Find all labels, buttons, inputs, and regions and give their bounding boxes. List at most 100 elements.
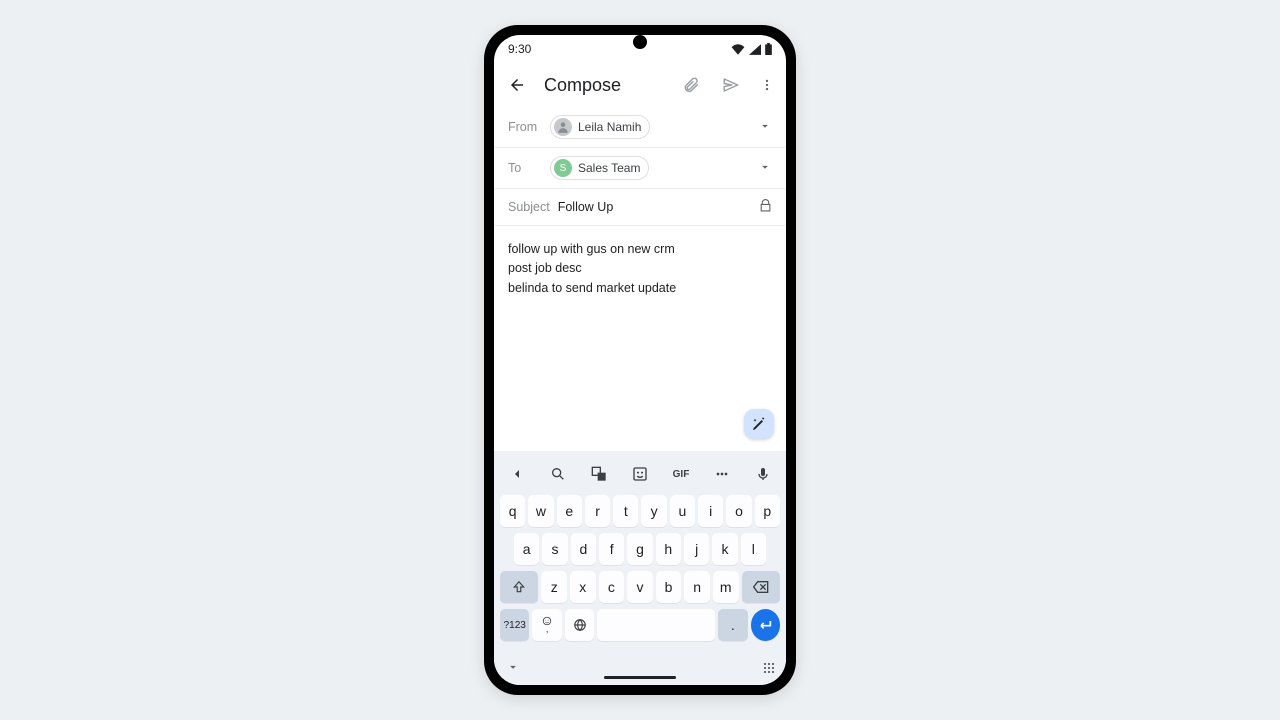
key-shift[interactable] bbox=[500, 571, 538, 603]
kb-switcher[interactable] bbox=[764, 663, 775, 674]
body-line: follow up with gus on new crm bbox=[508, 240, 772, 259]
key-enter[interactable] bbox=[751, 609, 780, 641]
lock-icon bbox=[759, 199, 772, 212]
gesture-handle[interactable] bbox=[604, 676, 676, 679]
chevron-down-icon bbox=[758, 160, 772, 174]
key-d[interactable]: d bbox=[571, 533, 596, 565]
chevron-left-icon bbox=[509, 466, 525, 482]
kb-sticker[interactable] bbox=[627, 461, 653, 487]
chevron-down-icon bbox=[758, 119, 772, 133]
key-language[interactable] bbox=[565, 609, 594, 641]
to-expand[interactable] bbox=[758, 160, 772, 177]
key-u[interactable]: u bbox=[670, 495, 695, 527]
key-g[interactable]: g bbox=[627, 533, 652, 565]
app-bar: Compose bbox=[494, 63, 786, 107]
keyboard-toolbar: GIF bbox=[498, 457, 782, 495]
subject-text: Follow Up bbox=[558, 200, 614, 214]
send-button[interactable] bbox=[720, 74, 742, 96]
key-k[interactable]: k bbox=[712, 533, 737, 565]
key-z[interactable]: z bbox=[541, 571, 567, 603]
key-y[interactable]: y bbox=[641, 495, 666, 527]
status-icons bbox=[731, 43, 772, 55]
more-horiz-icon bbox=[714, 466, 730, 482]
kb-collapse[interactable] bbox=[506, 660, 520, 677]
to-chip[interactable]: S Sales Team bbox=[550, 156, 649, 180]
kb-row-3: z x c v b n m bbox=[498, 571, 782, 603]
from-chip[interactable]: Leila Namih bbox=[550, 115, 650, 139]
kb-row-2: a s d f g h j k l bbox=[498, 533, 782, 565]
sticker-icon bbox=[632, 466, 648, 482]
key-x[interactable]: x bbox=[570, 571, 596, 603]
key-m[interactable]: m bbox=[713, 571, 739, 603]
from-field[interactable]: From Leila Namih bbox=[494, 107, 786, 148]
key-i[interactable]: i bbox=[698, 495, 723, 527]
kb-gif[interactable]: GIF bbox=[668, 461, 694, 487]
key-j[interactable]: j bbox=[684, 533, 709, 565]
subject-label: Subject bbox=[508, 200, 550, 214]
key-symbols[interactable]: ?123 bbox=[500, 609, 529, 641]
to-field[interactable]: To S Sales Team bbox=[494, 148, 786, 189]
key-f[interactable]: f bbox=[599, 533, 624, 565]
to-name: Sales Team bbox=[578, 161, 640, 175]
key-space[interactable] bbox=[597, 609, 715, 641]
from-label: From bbox=[508, 120, 550, 134]
more-vert-icon bbox=[760, 76, 774, 94]
from-expand[interactable] bbox=[758, 119, 772, 136]
to-label: To bbox=[508, 161, 550, 175]
subject-field[interactable]: Subject Follow Up bbox=[494, 189, 786, 226]
mic-icon bbox=[755, 466, 771, 482]
key-s[interactable]: s bbox=[542, 533, 567, 565]
key-c[interactable]: c bbox=[599, 571, 625, 603]
key-p[interactable]: p bbox=[755, 495, 780, 527]
clock: 9:30 bbox=[508, 42, 531, 56]
kb-row-1: q w e r t y u i o p bbox=[498, 495, 782, 527]
kb-translate[interactable] bbox=[586, 461, 612, 487]
camera-notch bbox=[633, 35, 647, 49]
key-e[interactable]: e bbox=[557, 495, 582, 527]
key-a[interactable]: a bbox=[514, 533, 539, 565]
backspace-icon bbox=[753, 580, 769, 594]
key-r[interactable]: r bbox=[585, 495, 610, 527]
key-emoji[interactable]: , bbox=[532, 609, 561, 641]
attach-button[interactable] bbox=[680, 74, 702, 96]
page-title: Compose bbox=[544, 75, 664, 96]
chevron-down-icon bbox=[506, 660, 520, 674]
send-icon bbox=[722, 76, 740, 94]
more-button[interactable] bbox=[760, 74, 774, 96]
key-backspace[interactable] bbox=[742, 571, 780, 603]
paperclip-icon bbox=[682, 76, 700, 94]
to-avatar: S bbox=[554, 159, 572, 177]
key-n[interactable]: n bbox=[684, 571, 710, 603]
kb-row-4: ?123 , . bbox=[498, 609, 782, 641]
magic-pen-icon bbox=[751, 416, 767, 432]
translate-icon bbox=[591, 466, 607, 482]
enter-icon bbox=[757, 618, 773, 632]
phone-screen: 9:30 Compose bbox=[494, 35, 786, 685]
body-line: belinda to send market update bbox=[508, 279, 772, 298]
keyboard: GIF q w e r t y u i o p a s d f g bbox=[494, 451, 786, 651]
phone-frame: 9:30 Compose bbox=[484, 25, 796, 695]
kb-search[interactable] bbox=[545, 461, 571, 487]
battery-icon bbox=[765, 43, 772, 55]
lock-button[interactable] bbox=[759, 199, 772, 215]
kb-back[interactable] bbox=[504, 461, 530, 487]
key-w[interactable]: w bbox=[528, 495, 553, 527]
key-o[interactable]: o bbox=[726, 495, 751, 527]
wifi-icon bbox=[731, 44, 745, 55]
key-l[interactable]: l bbox=[741, 533, 766, 565]
key-period[interactable]: . bbox=[718, 609, 747, 641]
email-body[interactable]: follow up with gus on new crm post job d… bbox=[494, 226, 786, 451]
key-v[interactable]: v bbox=[627, 571, 653, 603]
key-b[interactable]: b bbox=[656, 571, 682, 603]
key-q[interactable]: q bbox=[500, 495, 525, 527]
key-h[interactable]: h bbox=[656, 533, 681, 565]
nav-bar bbox=[494, 651, 786, 685]
key-t[interactable]: t bbox=[613, 495, 638, 527]
magic-compose-button[interactable] bbox=[744, 409, 774, 439]
shift-icon bbox=[512, 580, 526, 594]
kb-mic[interactable] bbox=[750, 461, 776, 487]
back-button[interactable] bbox=[506, 74, 528, 96]
search-icon bbox=[550, 466, 566, 482]
body-line: post job desc bbox=[508, 259, 772, 278]
kb-more[interactable] bbox=[709, 461, 735, 487]
